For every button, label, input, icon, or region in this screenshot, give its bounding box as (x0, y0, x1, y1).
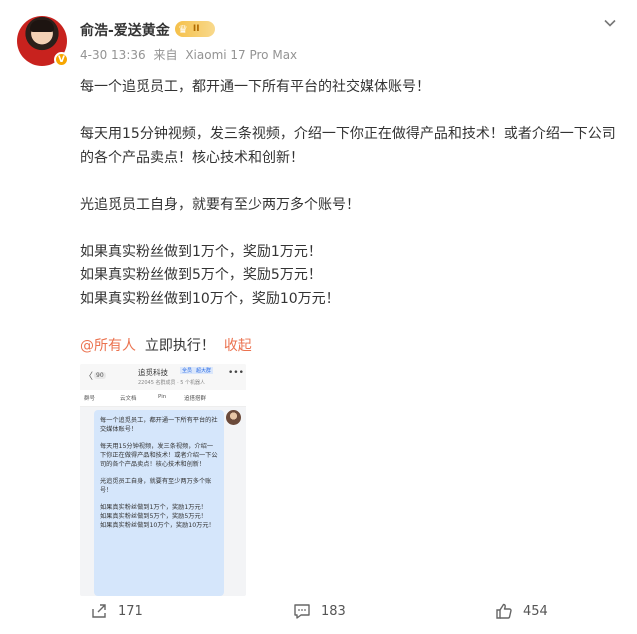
repost-count: 171 (118, 603, 143, 619)
source-device: Xiaomi 17 Pro Max (185, 48, 298, 62)
back-icon: 〈 (84, 372, 94, 382)
chat-tabs: 群号 云文档 Pin 追搭搭群 (80, 390, 246, 407)
chevron-down-icon[interactable] (603, 16, 617, 30)
post-paragraph: 光追觅员工自身，就要有至少两万多个账号！ (80, 196, 360, 213)
comment-button[interactable]: 183 (293, 602, 346, 620)
mention-link[interactable]: @所有人 (80, 338, 136, 354)
crown-icon: ♛ (178, 22, 188, 36)
bubble-line: 每天用15分钟视频，发三条视频，介绍一下你正在做得产品和技术！或者介绍一下公司的… (100, 443, 218, 468)
repost-button[interactable]: 171 (90, 602, 143, 620)
post-paragraph: 每一个追觅员工，都开通一下所有平台的社交媒体账号！ (80, 79, 430, 95)
username-link[interactable]: 俞浩-爱送黄金 (80, 20, 170, 40)
collapse-link[interactable]: 收起 (224, 338, 252, 354)
bubble-line: 如果真实粉丝做到10万个，奖励10万元！ (100, 522, 215, 529)
post-time[interactable]: 4-30 13:36 (80, 48, 146, 62)
share-icon (92, 604, 106, 618)
group-subtitle: 22045 名群成员 · 5 个机器人 (138, 380, 206, 386)
like-button[interactable]: 454 (495, 602, 548, 620)
post-paragraph: 如果真实粉丝做到1万个，奖励1万元！ (80, 243, 322, 260)
chat-tab: Pin (158, 394, 167, 400)
more-icon: ••• (228, 368, 244, 378)
bubble-line: 每一个追觅员工，都开通一下所有平台的社交媒体账号！ (100, 417, 218, 433)
post-paragraph: 如果真实粉丝做到5万个，奖励5万元！ (80, 267, 322, 283)
thumbs-up-icon (496, 603, 512, 619)
group-tag: 超大群 (194, 367, 214, 374)
action-bar: 171 183 454 (0, 602, 637, 628)
bubble-line: 如果真实粉丝做到1万个，奖励1万元！ (100, 504, 207, 511)
member-level-badge[interactable]: ♛ II (175, 21, 215, 37)
post-paragraph: 如果真实粉丝做到10万个，奖励10万元！ (80, 290, 340, 307)
chat-header: 〈 90 追觅科技 全员 超大群 22045 名群成员 · 5 个机器人 ••• (80, 364, 246, 390)
comment-icon (294, 604, 310, 619)
chat-tab: 群号 (84, 396, 96, 402)
comment-count: 183 (321, 603, 346, 619)
like-count: 454 (523, 603, 548, 619)
post-meta: 4-30 13:36 来自 Xiaomi 17 Pro Max (80, 46, 301, 63)
chat-tab: 追搭搭群 (184, 396, 207, 402)
chat-message-bubble: 每一个追觅员工，都开通一下所有平台的社交媒体账号！ 每天用15分钟视频，发三条视… (94, 410, 224, 596)
sender-avatar (226, 410, 241, 425)
post-paragraph: 每天用15分钟视频，发三条视频，介绍一下你正在做得产品和技术！或者介绍一下公司的… (80, 126, 616, 166)
bubble-line: 如果真实粉丝做到5万个，奖励5万元！ (100, 513, 207, 520)
level-label: II (192, 24, 200, 34)
chat-tab: 云文档 (120, 396, 137, 402)
post-image-thumbnail[interactable]: 〈 90 追觅科技 全员 超大群 22045 名群成员 · 5 个机器人 •••… (80, 364, 246, 596)
post-last-line: @所有人 立即执行！ 收起 (80, 335, 620, 359)
source-prefix: 来自 (153, 48, 178, 62)
verified-badge-icon: V (54, 52, 69, 67)
tail-text: 立即执行！ (144, 337, 215, 354)
bubble-line: 光追觅员工自身，就要有至少两万多个账号！ (100, 478, 212, 494)
group-tag: 全员 (180, 367, 195, 374)
unread-count: 90 (94, 372, 106, 379)
post-content: 每一个追觅员工，都开通一下所有平台的社交媒体账号！ 每天用15分钟视频，发三条视… (80, 76, 620, 358)
group-title: 追觅科技 (138, 368, 168, 377)
